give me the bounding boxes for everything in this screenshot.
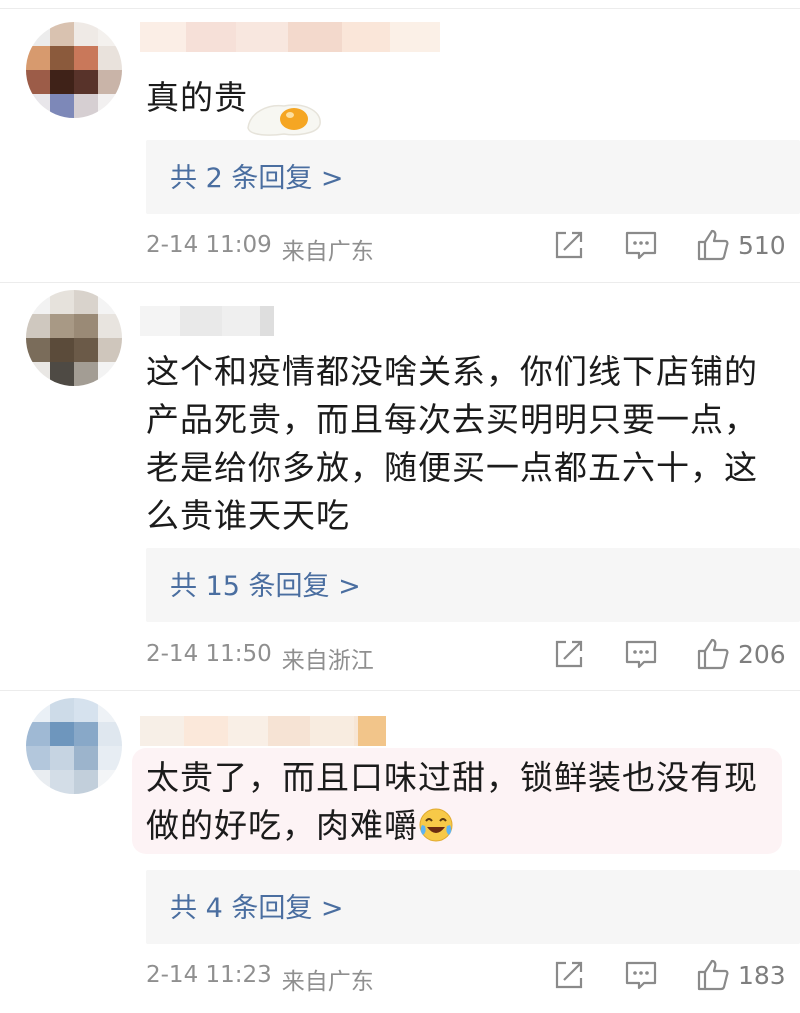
username[interactable] (140, 306, 274, 336)
location: 来自浙江 (281, 648, 374, 674)
like-count: 510 (738, 230, 786, 260)
top-divider (0, 8, 800, 9)
comment-line: 这个和疫情都没啥关系，你们线下店铺的 (146, 352, 758, 391)
username[interactable] (140, 22, 440, 52)
comment-line-text: 做的好吃，肉难嚼 (146, 806, 418, 845)
comment-text: 太贵了，而且口味过甜，锁鲜装也没有现 做的好吃，肉难嚼 (146, 754, 758, 850)
comment-actions: 183 (552, 958, 786, 992)
like-count: 206 (738, 639, 786, 669)
comment-icon[interactable] (624, 228, 658, 262)
comment-line: 真的贵 (146, 78, 248, 117)
comment-divider (0, 282, 800, 283)
timestamp: 2-14 11:23 (146, 962, 272, 988)
reply-summary[interactable]: 共 4 条回复 > (146, 870, 800, 944)
comment-divider (0, 690, 800, 691)
thumbs-up-icon[interactable] (696, 637, 730, 671)
comment-actions: 510 (552, 228, 786, 262)
reply-summary-link[interactable]: 共 4 条回复 > (170, 886, 344, 925)
comment-meta: 2-14 11:09 来自广东 (146, 232, 374, 266)
laughing-crying-emoji (419, 808, 453, 842)
comment-icon[interactable] (624, 958, 658, 992)
timestamp: 2-14 11:50 (146, 641, 272, 667)
reply-summary[interactable]: 共 15 条回复 > (146, 548, 800, 622)
comment-text: 真的贵 (146, 74, 248, 122)
like-count: 183 (738, 960, 786, 990)
comment-text: 这个和疫情都没啥关系，你们线下店铺的 产品死贵，而且每次去买明明只要一点， 老是… (146, 348, 758, 540)
comment-line: 做的好吃，肉难嚼 (146, 802, 758, 850)
reply-summary[interactable]: 共 2 条回复 > (146, 140, 800, 214)
username[interactable] (140, 716, 386, 746)
comment-line: 老是给你多放，随便买一点都五六十，这 (146, 448, 758, 487)
comment-line: 太贵了，而且口味过甜，锁鲜装也没有现 (146, 758, 758, 797)
comment-actions: 206 (552, 637, 786, 671)
share-icon[interactable] (552, 228, 586, 262)
location: 来自广东 (281, 239, 374, 265)
comment-icon[interactable] (624, 637, 658, 671)
avatar[interactable] (26, 290, 122, 386)
timestamp: 2-14 11:09 (146, 232, 272, 258)
reply-summary-link[interactable]: 共 2 条回复 > (170, 156, 344, 195)
fried-egg-emoji (247, 104, 321, 136)
comment-line: 产品死贵，而且每次去买明明只要一点， (146, 400, 758, 439)
location: 来自广东 (281, 969, 374, 995)
share-icon[interactable] (552, 637, 586, 671)
thumbs-up-icon[interactable] (696, 958, 730, 992)
avatar[interactable] (26, 698, 122, 794)
comment-meta: 2-14 11:23 来自广东 (146, 962, 374, 996)
reply-summary-link[interactable]: 共 15 条回复 > (170, 564, 361, 603)
avatar[interactable] (26, 22, 122, 118)
comment-line: 么贵谁天天吃 (146, 496, 350, 535)
thumbs-up-icon[interactable] (696, 228, 730, 262)
share-icon[interactable] (552, 958, 586, 992)
comment-meta: 2-14 11:50 来自浙江 (146, 641, 374, 675)
